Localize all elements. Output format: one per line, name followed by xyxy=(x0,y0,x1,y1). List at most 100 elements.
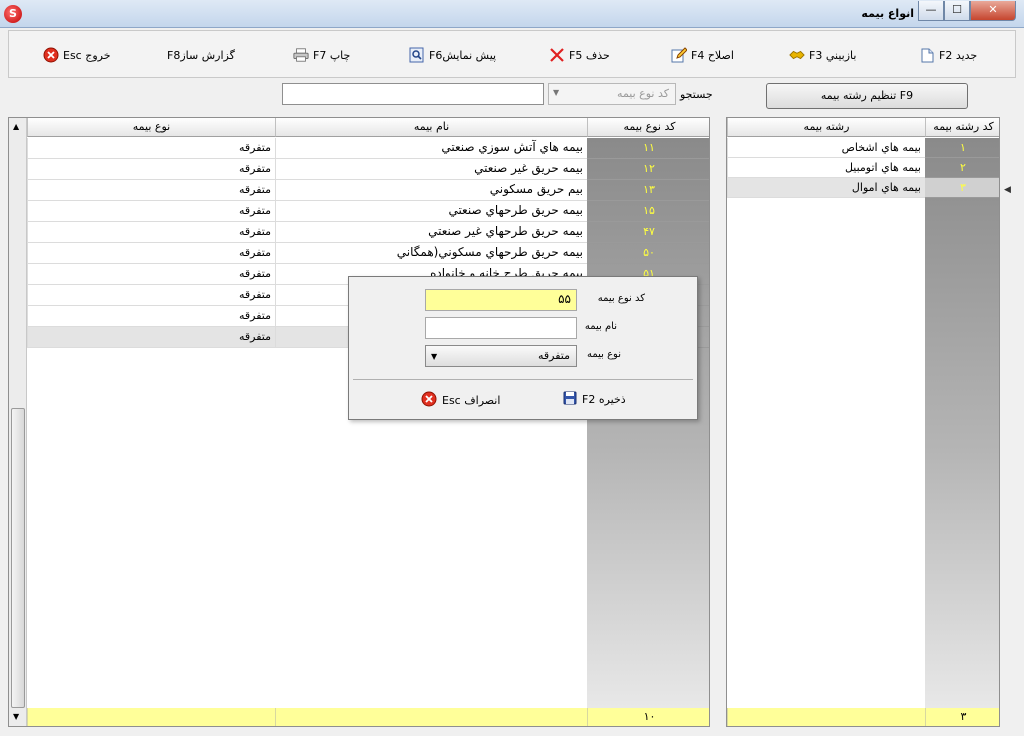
edit-label: اصلاح F4 xyxy=(691,48,734,62)
preview-magnifier-icon xyxy=(409,47,425,63)
header-type-kind[interactable]: نوع بيمه xyxy=(27,118,275,137)
scroll-thumb[interactable] xyxy=(11,408,25,708)
new-button[interactable]: جديد F2 xyxy=(919,45,977,65)
dialog-kind-label: نوع بيمه xyxy=(586,349,621,360)
preview-button[interactable]: پيش نمايشF6 xyxy=(409,45,496,65)
edit-dialog: كد نوع بيمه ۵۵ نام بيمه نوع بيمه متفرقه … xyxy=(348,276,698,420)
close-icon: ✕ xyxy=(988,3,998,16)
scroll-up-icon[interactable]: ▲ xyxy=(13,122,19,131)
exit-circle-x-icon xyxy=(43,47,59,63)
table-row[interactable]: متفرقه بيم حريق مسكوني ۱۳ xyxy=(27,180,709,201)
search-field-select[interactable]: كد نوع بيمه ▼ xyxy=(548,83,676,105)
type-code-cell: ۱۱ xyxy=(587,138,709,159)
branch-footer-count: ۳ xyxy=(925,708,999,726)
edit-pencil-icon xyxy=(671,47,687,63)
table-row[interactable]: متفرقه بيمه هاي آتش سوزي صنعتي ۱۱ xyxy=(27,138,709,159)
report-label: گزارش سازF8 xyxy=(167,48,235,62)
dialog-cancel-button[interactable]: انصراف Esc xyxy=(421,391,500,410)
type-grid: ▲ ▼ كد نوع بيمه نام بيمه نوع بيمه متفرقه… xyxy=(8,117,710,727)
type-name-cell: بيمه هاي آتش سوزي صنعتي xyxy=(275,138,587,159)
revisit-label: بازبيني F3 xyxy=(809,48,857,62)
type-kind-cell: متفرقه xyxy=(27,243,275,264)
toolbar: جديد F2 بازبيني F3 اصلاح F4 حذف F5 پيش ن… xyxy=(8,30,1016,78)
table-row[interactable]: متفرقه بيمه حريق غير صنعتي ۱۲ xyxy=(27,159,709,180)
delete-button[interactable]: حذف F5 xyxy=(549,45,610,65)
table-row[interactable]: متفرقه بيمه حريق طرحهاي مسكوني(همگاني ۵۰ xyxy=(27,243,709,264)
header-branch-code[interactable]: كد رشته بيمه xyxy=(925,118,999,137)
close-button[interactable]: ✕ xyxy=(970,1,1016,21)
revisit-button[interactable]: بازبيني F3 xyxy=(789,45,856,65)
search-field-value: كد نوع بيمه xyxy=(617,87,669,100)
dialog-separator xyxy=(353,379,693,380)
dialog-code-input[interactable]: ۵۵ xyxy=(425,289,577,311)
edit-button[interactable]: اصلاح F4 xyxy=(671,45,734,65)
branch-grid: كد رشته بيمه رشته بيمه بيمه هاي اشخاص ۱ بي… xyxy=(726,117,1000,727)
minimize-icon: — xyxy=(925,3,937,16)
delete-x-icon xyxy=(549,47,565,63)
type-name-cell: بيمه حريق طرحهاي غير صنعتي xyxy=(275,222,587,243)
handshake-icon xyxy=(789,47,805,63)
set-branch-button[interactable]: تنظيم رشته بيمه F9 xyxy=(766,83,968,109)
type-name-cell: بيمه حريق غير صنعتي xyxy=(275,159,587,180)
chevron-down-icon: ▼ xyxy=(553,88,560,97)
exit-label: خروج Esc xyxy=(63,48,111,62)
branch-code-cell: ۲ xyxy=(925,158,999,178)
type-code-cell: ۱۲ xyxy=(587,159,709,180)
type-kind-cell: متفرقه xyxy=(27,222,275,243)
type-kind-cell: متفرقه xyxy=(27,180,275,201)
dialog-name-label: نام بيمه xyxy=(584,321,617,332)
exit-button[interactable]: خروج Esc xyxy=(43,45,111,65)
header-branch-name[interactable]: رشته بيمه xyxy=(727,118,925,137)
branch-name-cell: بيمه هاي اموال xyxy=(727,178,925,198)
delete-label: حذف F5 xyxy=(569,48,610,62)
window-title: انواع بيمه xyxy=(861,7,914,20)
print-label: چاپ F7 xyxy=(313,48,351,62)
type-kind-cell: متفرقه xyxy=(27,201,275,222)
scroll-down-icon[interactable]: ▼ xyxy=(13,712,19,721)
dialog-save-label: ذخيره F2 xyxy=(582,393,626,406)
branch-code-cell: ۳ xyxy=(925,178,999,198)
type-code-cell: ۱۵ xyxy=(587,201,709,222)
type-name-cell: بيمه حريق طرحهاي صنعتي xyxy=(275,201,587,222)
title-bar: S انواع بيمه — ☐ ✕ xyxy=(0,0,1024,28)
table-row[interactable]: متفرقه بيمه حريق طرحهاي صنعتي ۱۵ xyxy=(27,201,709,222)
type-kind-cell: متفرقه xyxy=(27,159,275,180)
type-kind-cell: متفرقه xyxy=(27,327,275,348)
table-row[interactable]: متفرقه بيمه حريق طرحهاي غير صنعتي ۴۷ xyxy=(27,222,709,243)
maximize-icon: ☐ xyxy=(952,3,962,16)
print-button[interactable]: چاپ F7 xyxy=(293,45,350,65)
report-builder-button[interactable]: گزارش سازF8 xyxy=(167,45,235,65)
dialog-kind-select[interactable]: متفرقه ▼ xyxy=(425,345,577,367)
dialog-name-input[interactable] xyxy=(425,317,577,339)
search-label: جستجو xyxy=(680,88,713,101)
branch-code-cell: ۱ xyxy=(925,138,999,158)
branch-code-column xyxy=(925,138,999,708)
type-name-cell: بيمه حريق طرحهاي مسكوني(همگاني xyxy=(275,243,587,264)
type-footer-name xyxy=(275,708,587,726)
save-floppy-icon xyxy=(563,391,577,408)
branch-name-cell: بيمه هاي اتومبيل xyxy=(727,158,925,178)
type-grid-scrollbar[interactable]: ▲ ▼ xyxy=(9,118,27,726)
table-row[interactable]: بيمه هاي اشخاص ۱ xyxy=(727,138,999,158)
type-code-cell: ۱۳ xyxy=(587,180,709,201)
app-icon: S xyxy=(4,5,22,23)
dialog-save-button[interactable]: ذخيره F2 xyxy=(563,391,626,408)
maximize-button[interactable]: ☐ xyxy=(944,1,970,21)
dialog-cancel-label: انصراف Esc xyxy=(442,394,501,407)
header-type-code[interactable]: كد نوع بيمه xyxy=(587,118,709,137)
printer-icon xyxy=(293,47,309,63)
minimize-button[interactable]: — xyxy=(918,1,944,21)
type-kind-cell: متفرقه xyxy=(27,264,275,285)
header-type-name[interactable]: نام بيمه xyxy=(275,118,587,137)
type-kind-cell: متفرقه xyxy=(27,285,275,306)
type-kind-cell: متفرقه xyxy=(27,306,275,327)
table-row[interactable]: بيمه هاي اتومبيل ۲ xyxy=(727,158,999,178)
dialog-code-label: كد نوع بيمه xyxy=(597,293,645,304)
type-code-cell: ۵۰ xyxy=(587,243,709,264)
table-row[interactable]: بيمه هاي اموال ۳ xyxy=(727,178,999,198)
search-input[interactable] xyxy=(282,83,544,105)
new-document-icon xyxy=(919,47,935,63)
type-kind-cell: متفرقه xyxy=(27,138,275,159)
branch-name-cell: بيمه هاي اشخاص xyxy=(727,138,925,158)
chevron-down-icon: ▼ xyxy=(431,352,438,361)
